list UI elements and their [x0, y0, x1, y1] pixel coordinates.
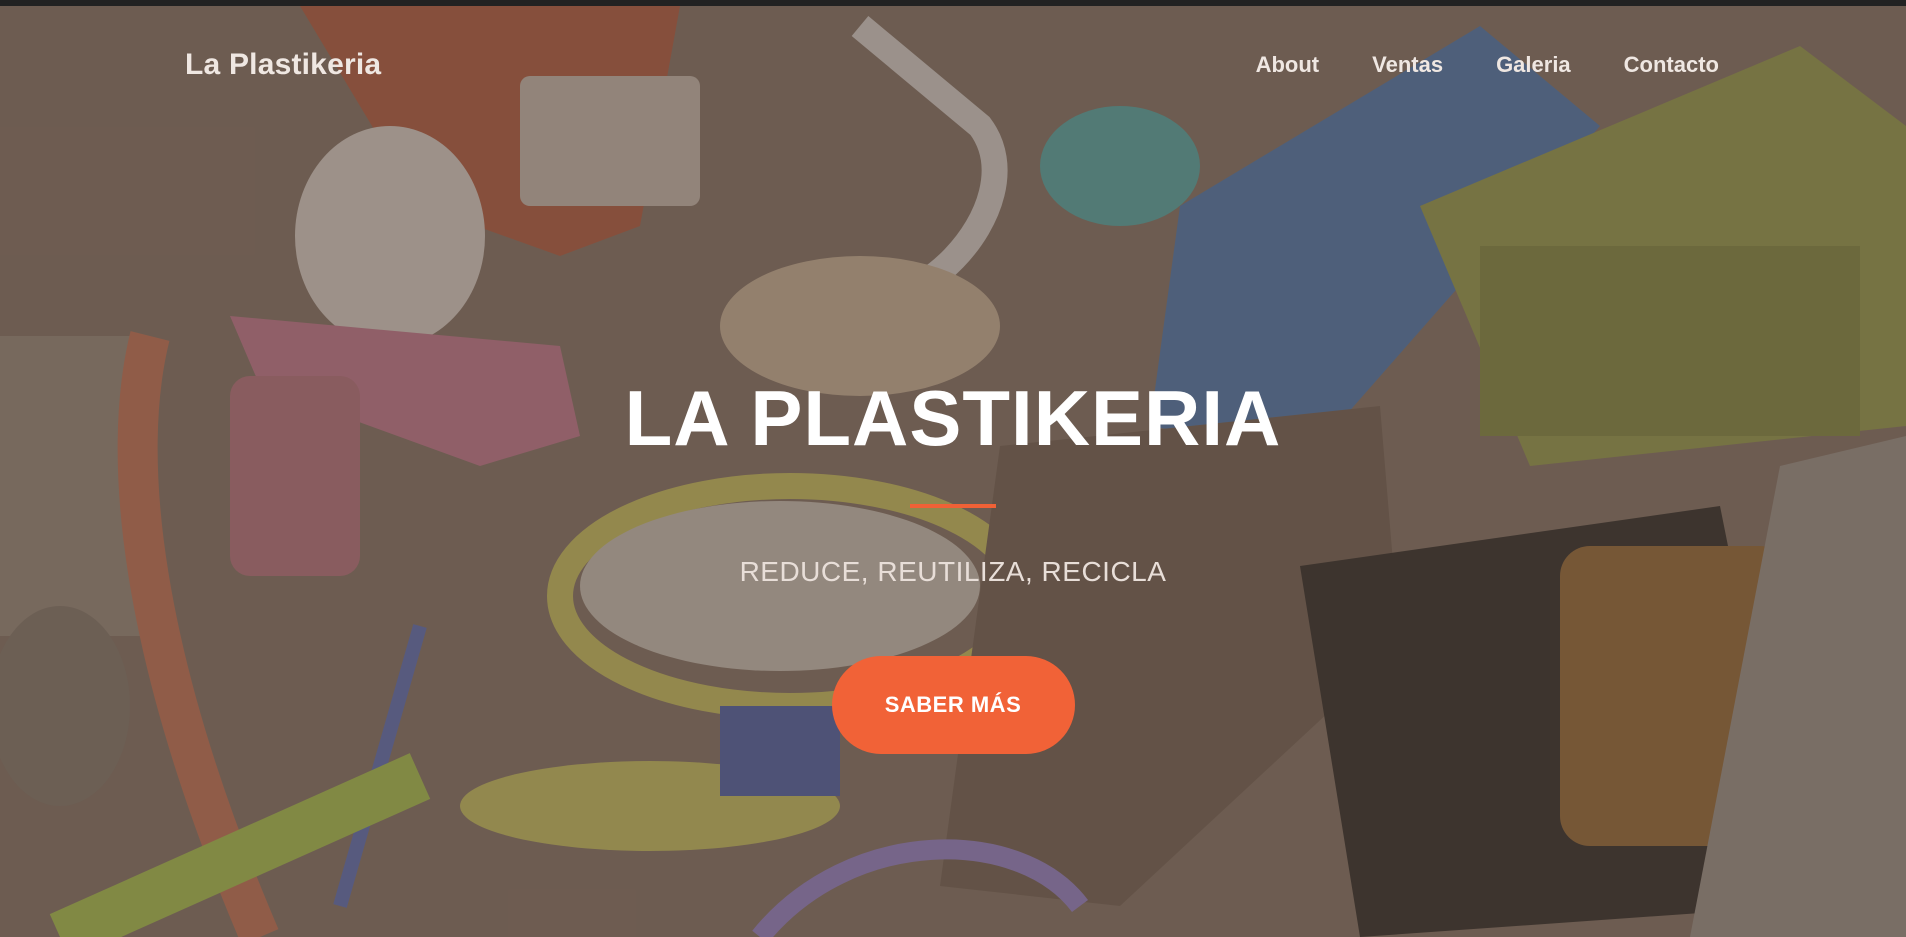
hero-subtitle: REDUCE, REUTILIZA, RECICLA [739, 556, 1167, 587]
nav-link-galeria[interactable]: Galeria [1496, 52, 1571, 78]
nav-link-contacto[interactable]: Contacto [1624, 52, 1719, 78]
hero-title: LA PLASTIKERIA [624, 374, 1282, 462]
title-divider [910, 504, 996, 508]
hero-section: La Plastikeria About Ventas Galeria Cont… [0, 6, 1906, 937]
nav-links: About Ventas Galeria Contacto [1256, 52, 1719, 78]
nav-link-about[interactable]: About [1256, 52, 1320, 78]
nav-link-ventas[interactable]: Ventas [1372, 52, 1443, 78]
browser-top-strip [0, 0, 1906, 6]
brand-logo-link[interactable]: La Plastikeria [185, 48, 381, 82]
top-navigation: La Plastikeria About Ventas Galeria Cont… [0, 34, 1906, 94]
hero-content: LA PLASTIKERIA REDUCE, REUTILIZA, RECICL… [0, 372, 1906, 754]
saber-mas-button[interactable]: SABER MÁS [831, 656, 1075, 754]
